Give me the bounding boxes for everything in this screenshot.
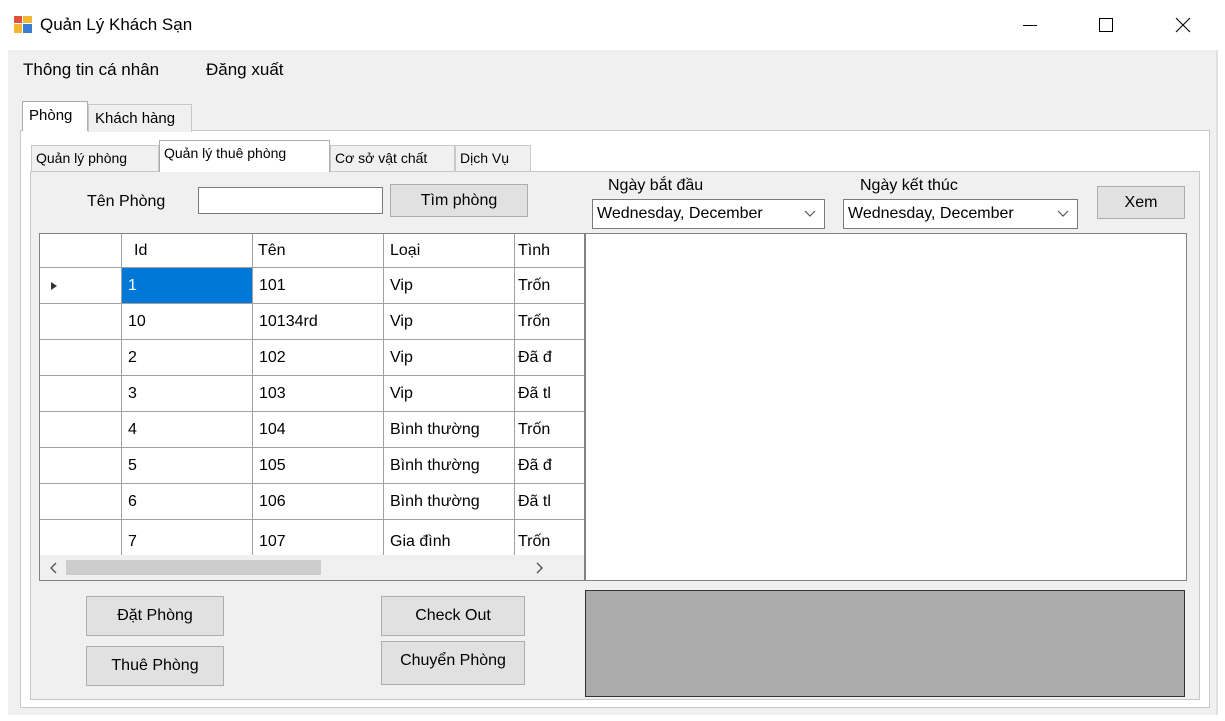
room-name-input[interactable] <box>198 187 383 214</box>
table-cell[interactable]: Trốn <box>515 520 584 556</box>
scrollbar-corner <box>561 555 584 580</box>
table-cell[interactable]: Đã tl <box>515 376 584 412</box>
tab-dich-vu[interactable]: Dịch Vụ <box>455 145 531 171</box>
minimize-button[interactable] <box>1007 0 1053 50</box>
window-title: Quản Lý Khách Sạn <box>40 15 193 34</box>
table-cell[interactable]: Bình thường <box>384 484 515 520</box>
table-cell[interactable]: Đã đ <box>515 340 584 376</box>
row-header[interactable] <box>40 304 122 340</box>
app-icon <box>14 16 32 33</box>
column-header-loai[interactable]: Loại <box>384 234 515 268</box>
table-cell[interactable]: 10134rd <box>253 304 384 340</box>
scroll-left-icon[interactable] <box>49 562 57 574</box>
menu-item-logout[interactable]: Đăng xuất <box>206 60 284 80</box>
row-header[interactable] <box>40 376 122 412</box>
window-right-edge <box>1216 50 1218 715</box>
column-header-id[interactable]: Id <box>122 234 253 268</box>
current-row-arrow-icon <box>51 281 57 290</box>
table-cell[interactable]: 7 <box>122 520 253 556</box>
table-cell[interactable]: 103 <box>253 376 384 412</box>
row-header[interactable] <box>40 484 122 520</box>
menu-bar <box>8 50 1218 92</box>
maximize-button[interactable] <box>1083 0 1129 50</box>
table-cell[interactable]: 10 <box>122 304 253 340</box>
table-cell[interactable]: 3 <box>122 376 253 412</box>
column-header-ten[interactable]: Tên <box>253 234 384 268</box>
close-icon <box>1175 17 1191 33</box>
table-cell[interactable]: Vip <box>384 304 515 340</box>
close-button[interactable] <box>1160 0 1206 50</box>
table-cell[interactable]: Vip <box>384 376 515 412</box>
table-cell[interactable]: Trốn <box>515 412 584 448</box>
rent-room-button[interactable]: Thuê Phòng <box>86 646 224 686</box>
end-date-picker[interactable]: Wednesday, December <box>843 199 1078 229</box>
table-cell[interactable]: Đã đ <box>515 448 584 484</box>
table-cell[interactable]: Bình thường <box>384 412 515 448</box>
rooms-grid: Id Tên Loại Tình 1 101 Vip Trốn 10 10134… <box>39 233 585 581</box>
table-cell[interactable]: 105 <box>253 448 384 484</box>
view-button[interactable]: Xem <box>1097 186 1185 219</box>
minimize-icon <box>1023 25 1037 26</box>
row-header[interactable] <box>40 268 122 304</box>
table-cell[interactable]: 4 <box>122 412 253 448</box>
table-cell[interactable]: 107 <box>253 520 384 556</box>
table-cell[interactable]: Vip <box>384 268 515 304</box>
chevron-down-icon <box>1057 210 1069 217</box>
room-name-label: Tên Phòng <box>87 193 166 210</box>
start-date-picker[interactable]: Wednesday, December <box>592 199 825 229</box>
table-cell[interactable]: 1 <box>122 268 253 304</box>
row-header[interactable] <box>40 520 122 556</box>
table-cell[interactable]: 5 <box>122 448 253 484</box>
table-cell[interactable]: Vip <box>384 340 515 376</box>
row-header[interactable] <box>40 448 122 484</box>
table-cell[interactable]: Trốn <box>515 304 584 340</box>
table-cell[interactable]: Trốn <box>515 268 584 304</box>
tab-quan-ly-thue-phong[interactable]: Quản lý thuê phòng <box>159 140 330 172</box>
check-out-button[interactable]: Check Out <box>381 596 525 636</box>
column-header-tinh-trang[interactable]: Tình <box>515 234 584 268</box>
table-cell[interactable]: 6 <box>122 484 253 520</box>
start-date-label: Ngày bắt đầu <box>608 177 704 194</box>
table-cell[interactable]: Bình thường <box>384 448 515 484</box>
row-header-corner <box>40 234 122 268</box>
transfer-room-button[interactable]: Chuyển Phòng <box>381 641 525 685</box>
tab-khach-hang[interactable]: Khách hàng <box>88 104 192 132</box>
table-cell[interactable]: 102 <box>253 340 384 376</box>
end-date-value: Wednesday, December <box>848 205 1014 222</box>
rental-details-list[interactable] <box>585 233 1187 581</box>
menu-item-personal-info[interactable]: Thông tin cá nhân <box>23 60 159 80</box>
end-date-label: Ngày kết thúc <box>860 177 958 194</box>
maximize-icon <box>1099 18 1113 32</box>
grid-horizontal-scrollbar[interactable] <box>40 555 584 580</box>
table-cell[interactable]: 2 <box>122 340 253 376</box>
start-date-value: Wednesday, December <box>597 205 763 222</box>
tab-phong[interactable]: Phòng <box>22 101 88 131</box>
table-cell[interactable]: Gia đình <box>384 520 515 556</box>
info-panel <box>585 590 1185 697</box>
scroll-right-icon[interactable] <box>536 562 544 574</box>
horizontal-scroll-thumb[interactable] <box>66 560 321 575</box>
row-header[interactable] <box>40 340 122 376</box>
table-cell[interactable]: Đã tl <box>515 484 584 520</box>
table-cell[interactable]: 106 <box>253 484 384 520</box>
row-header[interactable] <box>40 412 122 448</box>
tab-co-so-vat-chat[interactable]: Cơ sở vật chất <box>330 145 455 171</box>
chevron-down-icon <box>804 210 816 217</box>
table-cell[interactable]: 104 <box>253 412 384 448</box>
tab-quan-ly-phong[interactable]: Quản lý phòng <box>31 145 159 171</box>
book-room-button[interactable]: Đặt Phòng <box>86 596 224 636</box>
table-cell[interactable]: 101 <box>253 268 384 304</box>
find-room-button[interactable]: Tìm phòng <box>390 184 528 217</box>
